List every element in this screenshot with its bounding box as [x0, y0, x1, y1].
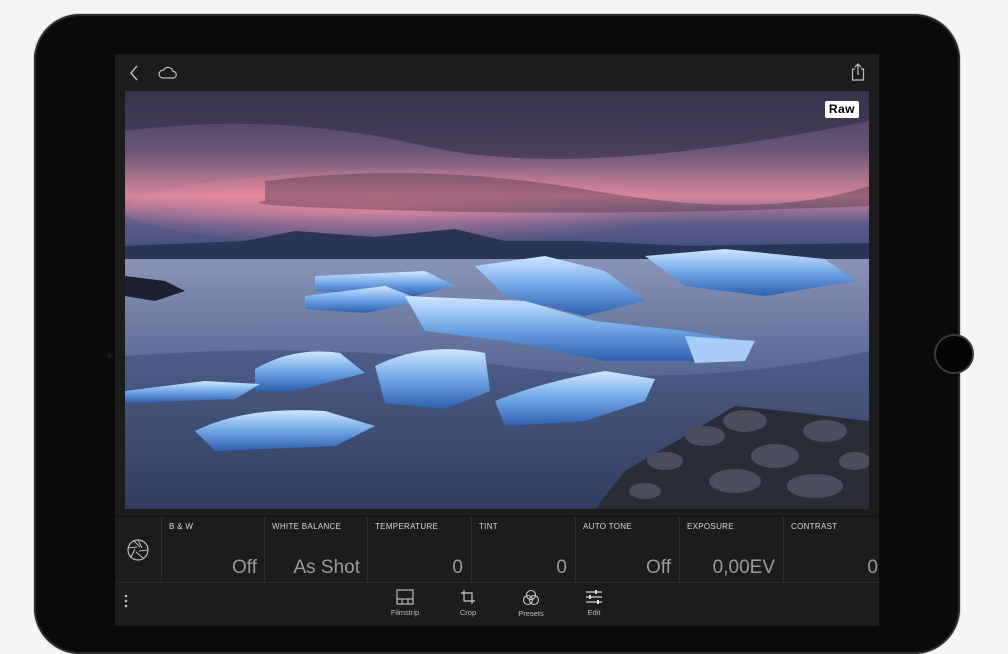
adjust-value: 0 — [452, 557, 463, 578]
sliders-icon — [586, 590, 602, 604]
adjust-bw[interactable]: B & W Off — [161, 517, 264, 583]
adjust-label: AUTO TONE — [583, 522, 632, 531]
profile-button[interactable] — [115, 517, 162, 583]
app-screen: Raw B & W Off WHITE BALANCE As Shot TEMP… — [115, 54, 879, 626]
home-button[interactable] — [934, 334, 974, 374]
share-icon[interactable] — [851, 63, 865, 86]
adjust-white-balance[interactable]: WHITE BALANCE As Shot — [264, 517, 367, 583]
adjust-value: As Shot — [293, 557, 360, 578]
adjust-label: EXPOSURE — [687, 522, 734, 531]
tool-label: Edit — [587, 608, 601, 617]
tool-presets[interactable]: Presets — [505, 589, 557, 625]
tool-label: Presets — [518, 609, 544, 618]
adjustments-strip: B & W Off WHITE BALANCE As Shot TEMPERAT… — [115, 516, 879, 583]
cloud-icon[interactable] — [158, 66, 177, 84]
tool-label: Crop — [459, 608, 477, 617]
top-bar — [115, 54, 879, 91]
presets-icon — [522, 589, 540, 606]
more-vertical-icon[interactable] — [123, 593, 129, 614]
photo-canvas[interactable]: Raw — [125, 91, 869, 509]
crop-icon — [461, 590, 475, 604]
adjust-temperature[interactable]: TEMPERATURE 0 — [367, 517, 470, 583]
aperture-icon — [127, 539, 149, 561]
adjust-label: TEMPERATURE — [375, 522, 439, 531]
adjust-value: Off — [646, 557, 671, 578]
filmstrip-icon — [396, 589, 414, 605]
front-camera — [105, 351, 114, 360]
raw-badge: Raw — [824, 101, 859, 118]
back-icon[interactable] — [129, 65, 139, 86]
tool-edit[interactable]: Edit — [568, 589, 620, 625]
adjust-label: WHITE BALANCE — [272, 522, 342, 531]
adjust-value: 0 — [867, 557, 878, 578]
glacier-lagoon-photo — [125, 91, 869, 509]
adjust-label: TINT — [479, 522, 498, 531]
adjust-label: CONTRAST — [791, 522, 838, 531]
adjust-label: B & W — [169, 522, 194, 531]
bottom-toolbar: Filmstrip Crop Presets Edit — [115, 582, 879, 626]
tool-filmstrip[interactable]: Filmstrip — [379, 589, 431, 625]
tool-crop[interactable]: Crop — [442, 589, 494, 625]
tool-label: Filmstrip — [390, 608, 420, 617]
adjust-exposure[interactable]: EXPOSURE 0,00EV — [679, 517, 782, 583]
adjust-value: 0,00EV — [712, 557, 775, 578]
adjust-contrast[interactable]: CONTRAST 0 — [783, 517, 879, 583]
adjust-value: Off — [232, 557, 257, 578]
adjust-value: 0 — [556, 557, 567, 578]
adjust-auto-tone[interactable]: AUTO TONE Off — [575, 517, 678, 583]
adjust-tint[interactable]: TINT 0 — [471, 517, 574, 583]
